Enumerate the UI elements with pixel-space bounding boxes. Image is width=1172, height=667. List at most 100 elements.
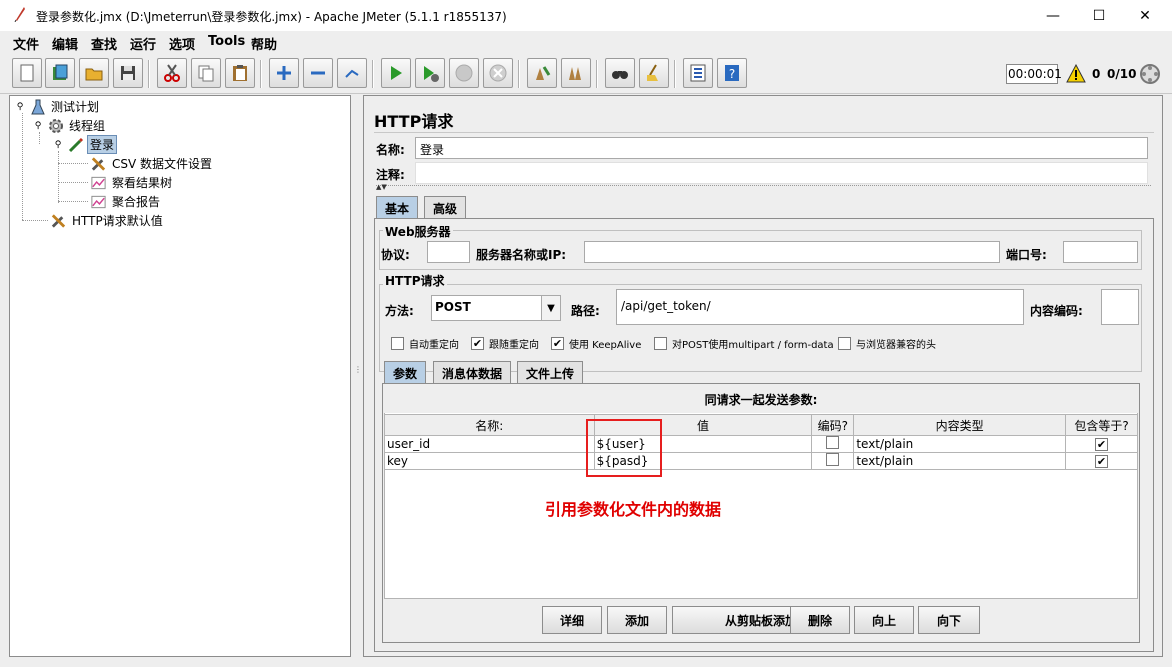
start-no-pause-icon[interactable] — [415, 58, 445, 88]
minimize-button[interactable]: — — [1030, 0, 1076, 31]
tab-parameters[interactable]: 参数 — [384, 361, 427, 383]
start-icon[interactable] — [381, 58, 411, 88]
tab-files-upload[interactable]: 文件上传 — [517, 361, 584, 383]
tree-node-csv-config[interactable]: CSV 数据文件设置 — [90, 154, 214, 173]
param-encode-cell[interactable] — [811, 435, 855, 453]
param-content-type-cell[interactable]: text/plain — [853, 452, 1066, 470]
tree-node-test-plan[interactable]: ⚲ 测试计划 — [14, 97, 101, 116]
server-field[interactable] — [584, 241, 1000, 263]
tree-node-http-defaults[interactable]: HTTP请求默认值 — [50, 211, 165, 230]
tab-basic[interactable]: 基本 — [376, 196, 419, 218]
collapse-divider[interactable] — [376, 185, 1151, 188]
menu-tools[interactable]: Tools — [208, 34, 245, 49]
option-keepalive[interactable]: ✔ 使用 KeepAlive — [551, 336, 641, 351]
tree-toggle-icon[interactable]: ⚲ — [14, 98, 26, 115]
error-count: 0 — [1092, 67, 1101, 81]
open-icon[interactable] — [79, 58, 109, 88]
param-include-equals-cell[interactable]: ✔ — [1065, 452, 1138, 470]
delete-button[interactable]: 删除 — [790, 606, 850, 634]
browser-headers-checkbox[interactable] — [838, 337, 851, 350]
move-down-button[interactable]: 向下 — [918, 606, 980, 634]
path-field[interactable]: /api/get_token/ — [616, 289, 1024, 325]
multipart-checkbox[interactable] — [654, 337, 667, 350]
warning-icon[interactable] — [1066, 63, 1086, 84]
keepalive-checkbox[interactable]: ✔ — [551, 337, 564, 350]
maximize-button[interactable]: ☐ — [1076, 0, 1122, 31]
column-header-include-equals[interactable]: 包含等于? — [1065, 414, 1138, 436]
tab-body-data[interactable]: 消息体数据 — [433, 361, 512, 383]
collapse-icon[interactable] — [303, 58, 333, 88]
clear-icon[interactable] — [527, 58, 557, 88]
tree-node-thread-group[interactable]: ⚲ 线程组 — [32, 116, 107, 135]
param-name-cell[interactable]: key — [384, 452, 595, 470]
add-button[interactable]: 添加 — [607, 606, 667, 634]
include-equals-checkbox[interactable]: ✔ — [1095, 455, 1108, 468]
new-icon[interactable] — [12, 58, 42, 88]
option-multipart[interactable]: 对POST使用multipart / form-data — [654, 336, 834, 351]
save-icon[interactable] — [113, 58, 143, 88]
clear-all-icon[interactable] — [561, 58, 591, 88]
test-plan-tree[interactable]: ⚲ 测试计划 ⚲ 线程组 ⚲ 登录 CSV 数据文件设置 察看结果树 聚合报告 … — [9, 95, 351, 657]
tree-node-login-sampler[interactable]: ⚲ 登录 — [52, 135, 118, 154]
tree-toggle-icon[interactable]: ⚲ — [52, 136, 64, 153]
content-encoding-label: 内容编码: — [1030, 304, 1083, 318]
reset-search-icon[interactable] — [639, 58, 669, 88]
table-row[interactable]: key ${pasd} text/plain ✔ — [384, 452, 1138, 470]
toggle-icon[interactable] — [337, 58, 367, 88]
param-name-cell[interactable]: user_id — [384, 435, 595, 453]
encode-checkbox[interactable] — [826, 436, 840, 449]
option-browser-compatible-headers[interactable]: 与浏览器兼容的头 — [838, 336, 936, 351]
follow-redirect-checkbox[interactable]: ✔ — [471, 337, 484, 350]
port-field[interactable] — [1063, 241, 1138, 263]
cut-icon[interactable] — [157, 58, 187, 88]
expand-icon[interactable] — [269, 58, 299, 88]
listener-icon — [90, 193, 107, 210]
collapse-arrows-icon[interactable]: ▲▼ — [376, 183, 387, 191]
toolbar-separator — [518, 60, 520, 88]
chevron-down-icon[interactable]: ▼ — [541, 296, 560, 320]
param-content-type-cell[interactable]: text/plain — [853, 435, 1066, 453]
close-button[interactable]: ✕ — [1122, 0, 1168, 31]
menu-search[interactable]: 查找 — [91, 34, 117, 53]
function-helper-icon[interactable] — [683, 58, 713, 88]
parameters-table[interactable]: 名称: 值 编码? 内容类型 包含等于? user_id ${user} tex… — [384, 414, 1138, 470]
protocol-field[interactable] — [427, 241, 470, 263]
auto-redirect-checkbox[interactable] — [391, 337, 404, 350]
svg-text:?: ? — [729, 67, 735, 81]
tree-node-aggregate-report[interactable]: 聚合报告 — [90, 192, 162, 211]
name-field[interactable]: 登录 — [415, 137, 1148, 159]
menu-run[interactable]: 运行 — [130, 34, 156, 53]
menu-help[interactable]: 帮助 — [251, 34, 277, 53]
stop-icon[interactable] — [449, 58, 479, 88]
menu-edit[interactable]: 编辑 — [52, 34, 78, 53]
protocol-label: 协议: — [381, 248, 410, 262]
web-server-title: Web服务器 — [383, 223, 453, 240]
column-header-encode[interactable]: 编码? — [811, 414, 855, 436]
encode-checkbox[interactable] — [826, 453, 840, 466]
menu-options[interactable]: 选项 — [169, 34, 195, 53]
templates-icon[interactable] — [45, 58, 75, 88]
param-include-equals-cell[interactable]: ✔ — [1065, 435, 1138, 453]
include-equals-checkbox[interactable]: ✔ — [1095, 438, 1108, 451]
title-bar: 登录参数化.jmx (D:\Jmeterrun\登录参数化.jmx) - Apa… — [0, 0, 1172, 31]
tree-node-view-results-tree[interactable]: 察看结果树 — [90, 173, 174, 192]
copy-icon[interactable] — [191, 58, 221, 88]
tab-advanced[interactable]: 高级 — [424, 196, 467, 218]
move-up-button[interactable]: 向上 — [854, 606, 914, 634]
pane-splitter[interactable]: ⋮ — [351, 95, 362, 657]
menu-file[interactable]: 文件 — [13, 34, 39, 53]
column-header-name[interactable]: 名称: — [384, 414, 595, 436]
content-encoding-field[interactable] — [1101, 289, 1139, 325]
column-header-content-type[interactable]: 内容类型 — [853, 414, 1066, 436]
search-icon[interactable] — [605, 58, 635, 88]
detail-button[interactable]: 详细 — [542, 606, 602, 634]
option-follow-redirect[interactable]: ✔ 跟随重定向 — [471, 336, 539, 351]
shutdown-icon[interactable] — [483, 58, 513, 88]
paste-icon[interactable] — [225, 58, 255, 88]
tree-toggle-icon[interactable]: ⚲ — [32, 117, 44, 134]
comment-field[interactable] — [415, 162, 1148, 184]
table-row[interactable]: user_id ${user} text/plain ✔ — [384, 435, 1138, 453]
option-auto-redirect[interactable]: 自动重定向 — [391, 336, 459, 351]
param-encode-cell[interactable] — [811, 452, 855, 470]
help-icon[interactable]: ? — [717, 58, 747, 88]
